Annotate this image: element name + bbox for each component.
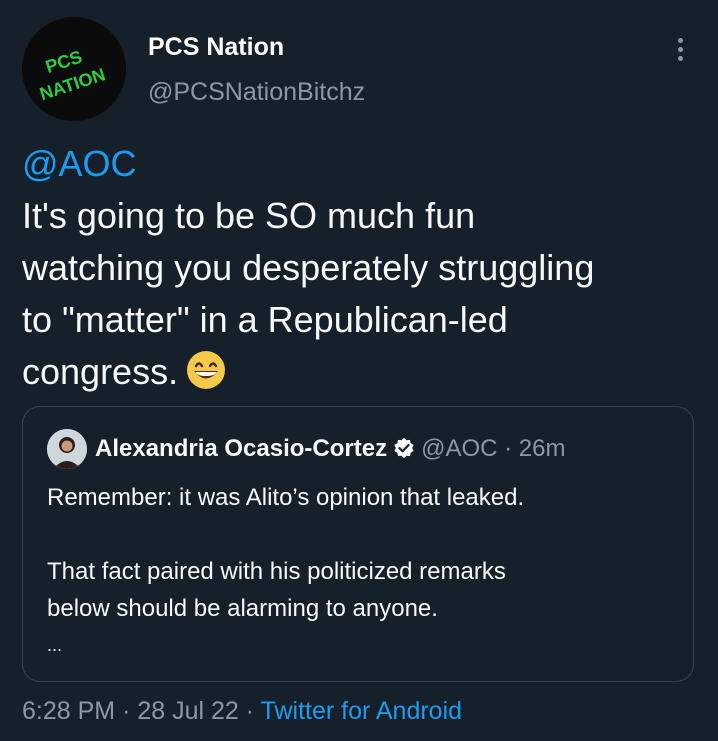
author-handle[interactable]: @PCSNationBitchz: [148, 78, 365, 107]
quoted-text-truncation: ...: [47, 635, 63, 655]
quoted-tweet-header: Alexandria Ocasio-Cortez @AOC · 26m: [95, 435, 566, 463]
verified-badge-icon: [393, 437, 415, 459]
quoted-text-line: That fact paired with his politicized re…: [47, 558, 506, 585]
mention-link[interactable]: @AOC: [22, 138, 702, 190]
quoted-text-line: Remember: it was Alito’s opinion that le…: [47, 484, 525, 511]
quoted-author-avatar[interactable]: [47, 429, 87, 469]
tweet-text: @AOC It's going to be SO much fun watchi…: [22, 138, 702, 398]
tweet-body-text: It's going to be SO much fun watching yo…: [22, 195, 595, 392]
tweet-body: It's going to be SO much fun watching yo…: [22, 190, 702, 398]
author-name[interactable]: PCS Nation: [148, 33, 284, 62]
quoted-tweet-time: · 26m: [504, 435, 566, 462]
quoted-tweet-card[interactable]: Alexandria Ocasio-Cortez @AOC · 26m Reme…: [22, 406, 694, 682]
author-avatar[interactable]: PCS NATION: [22, 17, 126, 121]
grinning-face-emoji-icon: [186, 350, 226, 390]
quoted-tweet-text: Remember: it was Alito’s opinion that le…: [47, 479, 677, 664]
quoted-text-line: below should be alarming to anyone.: [47, 595, 438, 622]
quoted-author-handle[interactable]: @AOC: [421, 435, 497, 462]
tweet-footer: 6:28 PM · 28 Jul 22 · Twitter for Androi…: [22, 697, 462, 726]
tweet-timestamp[interactable]: 6:28 PM · 28 Jul 22 ·: [22, 697, 261, 725]
quoted-author-name[interactable]: Alexandria Ocasio-Cortez: [95, 435, 387, 462]
tweet-source-link[interactable]: Twitter for Android: [261, 697, 462, 725]
more-options-icon[interactable]: [668, 38, 692, 64]
